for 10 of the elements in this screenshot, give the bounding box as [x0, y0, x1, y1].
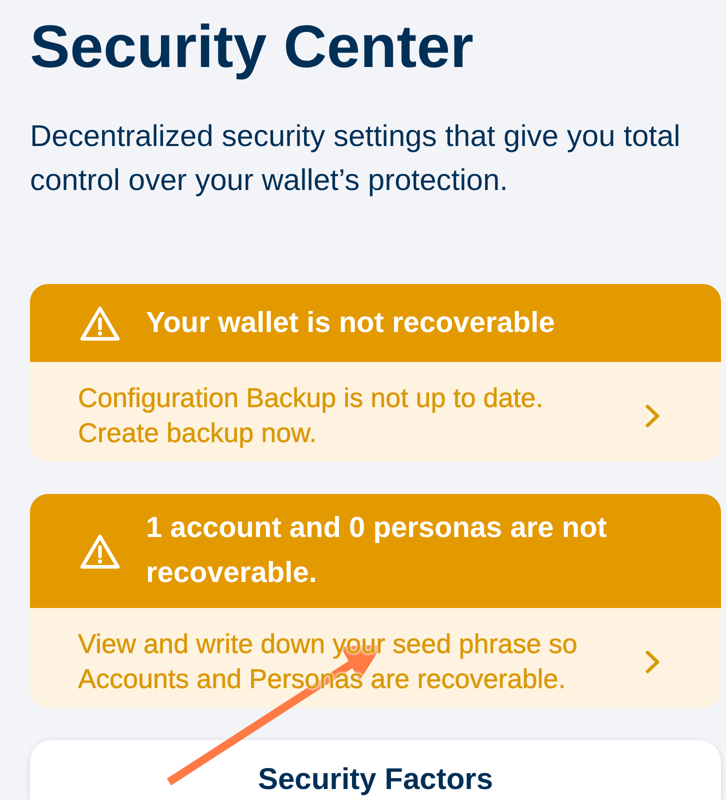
warning-icon — [80, 306, 120, 340]
chevron-right-icon — [645, 650, 660, 674]
card-title: Security Factors — [258, 764, 494, 796]
warning-icon — [80, 534, 120, 568]
page-description: Decentralized security settings that give you total control over your wallet’s protection. — [30, 119, 682, 199]
alert-action-row[interactable]: Configuration Backup is not up to date. Create backup now. — [30, 362, 721, 462]
chevron-right-icon — [645, 404, 660, 428]
alert-title: 1 account and 0 personas are not recoverable. — [146, 511, 608, 591]
alert-title: Your wallet is not recoverable — [146, 306, 555, 340]
page-title: Security Center — [30, 12, 474, 82]
